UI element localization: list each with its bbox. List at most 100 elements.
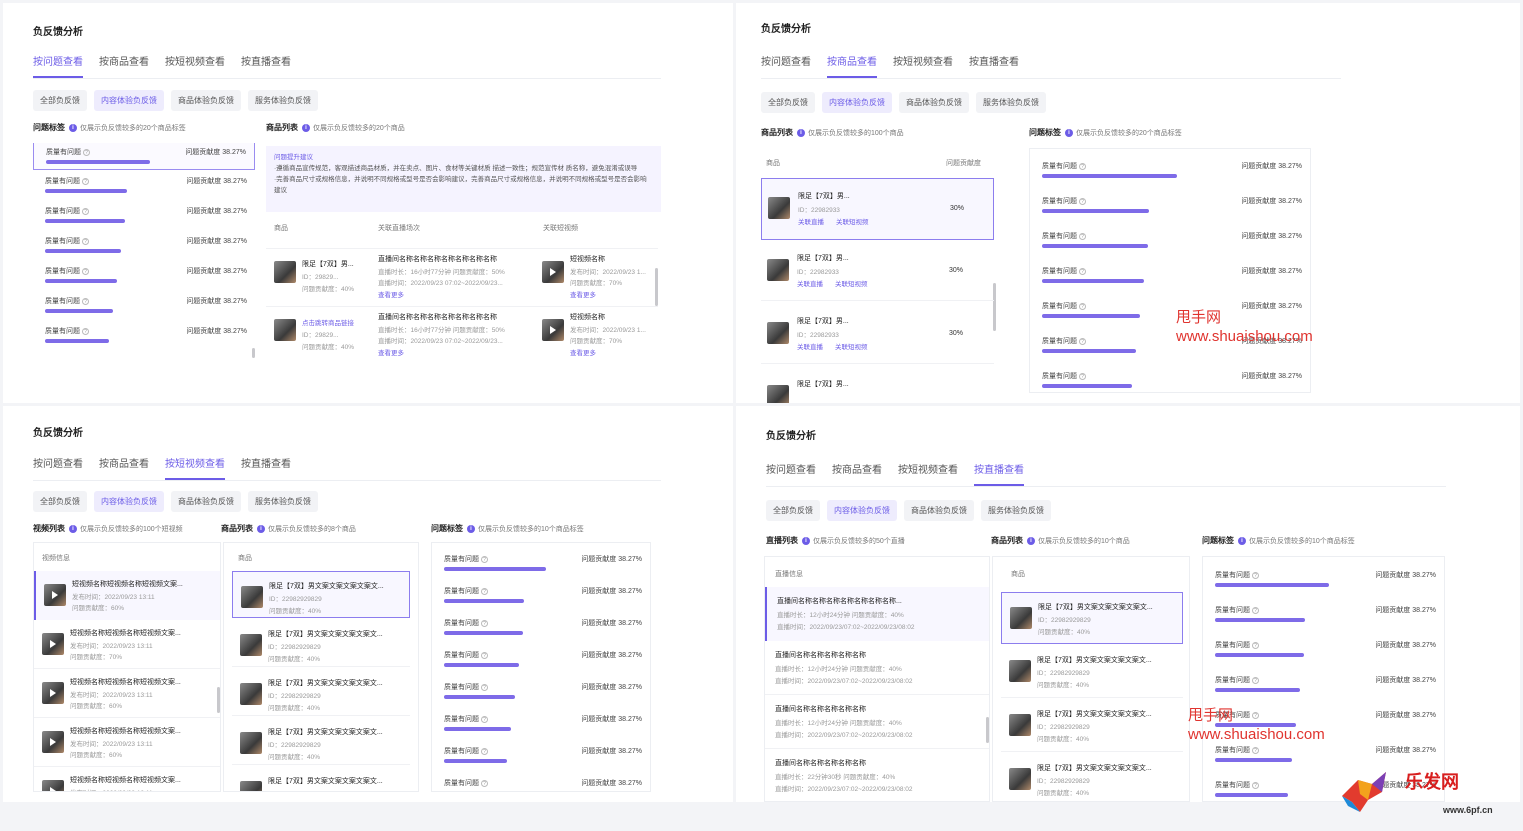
issue-bar — [1042, 209, 1150, 213]
related-live-link[interactable]: 关联直播 — [798, 216, 824, 226]
table-row[interactable]: 限足【7双】男... ID：22982933 关联直播 关联短视频 30% — [761, 304, 994, 364]
issue-tag-row[interactable]: 质量有问题? 问题贡献度 38.27% — [33, 143, 255, 170]
tab-by-issue[interactable]: 按问题查看 — [33, 53, 83, 78]
issue-tag-row[interactable]: 质量有问题? 问题贡献度 38.27% — [33, 200, 255, 230]
issue-tag-row[interactable]: 质量有问题? 问题贡献度 38.27% — [1203, 739, 1444, 769]
tab-by-video[interactable]: 按短视频查看 — [165, 455, 225, 480]
related-live-link[interactable]: 关联直播 — [797, 341, 823, 351]
table-row[interactable]: 点击跳转商品链接 ID：29829... 问题贡献度：40% 直播间名称名称名称名称名… — [266, 306, 658, 362]
view-more-link[interactable]: 查看更多 — [570, 347, 596, 357]
related-video-link[interactable]: 关联短视频 — [835, 341, 868, 351]
table-row[interactable]: 限足【7双】男... ID：29829... 问题贡献度：40% 直播间名称名称名称名… — [266, 248, 658, 304]
tab-by-live[interactable]: 按直播查看 — [241, 455, 291, 480]
related-live-link[interactable]: 关联直播 — [797, 278, 823, 288]
chip-service[interactable]: 服务体验负反馈 — [981, 500, 1051, 521]
tab-by-live[interactable]: 按直播查看 — [974, 461, 1024, 486]
list-item[interactable]: 短视频名称短视频名称短视频文案...发布时间：2022/09/23 13:11问… — [34, 767, 220, 791]
issue-tag-row[interactable]: 质量有问题? 问题贡献度 38.27% — [432, 708, 650, 738]
issue-tag-row[interactable]: 质量有问题? 问题贡献度 38.27% — [33, 230, 255, 260]
issue-tag-row[interactable]: 质量有问题? 问题贡献度 38.27% — [1203, 669, 1444, 699]
list-item[interactable]: 直播间名称名称名称名称名称名称名称... 直播时长：12小时24分钟 问题贡献度：… — [765, 587, 989, 641]
table-row[interactable]: 限足【7双】男... ID：22982933 关联直播 关联短视频 30% — [761, 241, 994, 301]
issue-tag-row[interactable]: 质量有问题? 问题贡献度 38.27% — [432, 772, 650, 791]
list-item[interactable]: 直播间名称名称名称名称名称 直播时长：22分钟30秒 问题贡献度：40% 直播时间：… — [765, 749, 989, 801]
product-row[interactable]: 限足【7双】男文案文案文案文案文...ID：22982929829问题贡献度：4… — [232, 767, 410, 791]
tab-by-live[interactable]: 按直播查看 — [241, 53, 291, 78]
product-link[interactable]: 点击跳转商品链接 — [302, 317, 354, 327]
issue-tag-row[interactable]: 质量有问题? 问题贡献度 38.27% — [1030, 365, 1310, 392]
product-row[interactable]: 限足【7双】男文案文案文案文案文...ID：22982929829问题贡献度：4… — [1001, 754, 1183, 801]
list-item[interactable]: 短视频名称短视频名称短视频文案...发布时间：2022/09/23 13:11问… — [34, 620, 220, 669]
issue-tag-row[interactable]: 质量有问题? 问题贡献度 38.27% — [432, 548, 650, 578]
tab-by-video[interactable]: 按短视频查看 — [893, 53, 953, 78]
panel-by-video: 负反馈分析 按问题查看 按商品查看 按短视频查看 按直播查看 全部负反馈 内容体… — [3, 406, 733, 802]
col-live-info: 直播信息 — [775, 571, 803, 578]
chip-content[interactable]: 内容体验负反馈 — [94, 90, 164, 111]
chip-service[interactable]: 服务体验负反馈 — [976, 92, 1046, 113]
tab-by-product[interactable]: 按商品查看 — [827, 53, 877, 78]
scrollbar[interactable] — [252, 348, 255, 358]
view-more-link[interactable]: 查看更多 — [378, 289, 404, 299]
view-more-link[interactable]: 查看更多 — [378, 347, 404, 357]
issue-tag-row[interactable]: 质量有问题? 问题贡献度 38.27% — [1030, 155, 1310, 185]
chip-content[interactable]: 内容体验负反馈 — [827, 500, 897, 521]
chip-service[interactable]: 服务体验负反馈 — [248, 491, 318, 512]
product-row[interactable]: 限足【7双】男文案文案文案文案文...ID：22982929829问题贡献度：4… — [232, 571, 410, 618]
contrib-value: 30% — [949, 330, 964, 337]
chip-all[interactable]: 全部负反馈 — [766, 500, 820, 521]
related-video-link[interactable]: 关联短视频 — [835, 278, 868, 288]
table-row[interactable]: 限足【7双】男... — [761, 367, 994, 403]
issue-tag-row[interactable]: 质量有问题? 问题贡献度 38.27% — [33, 170, 255, 200]
issue-tag-row[interactable]: 质量有问题? 问题贡献度 38.27% — [33, 320, 255, 350]
list-item[interactable]: 短视频名称短视频名称短视频文案...发布时间：2022/09/23 13:11问… — [34, 718, 220, 767]
product-row[interactable]: 限足【7双】男文案文案文案文案文...ID：22982929829问题贡献度：4… — [1001, 700, 1183, 752]
product-row[interactable]: 限足【7双】男文案文案文案文案文...ID：22982929829问题贡献度：4… — [1001, 646, 1183, 698]
list-item[interactable]: 短视频名称短视频名称短视频文案...发布时间：2022/09/23 13:11问… — [34, 669, 220, 718]
issue-tag-row[interactable]: 质量有问题? 问题贡献度 38.27% — [432, 644, 650, 674]
issue-tag-row[interactable]: 质量有问题? 问题贡献度 38.27% — [1030, 295, 1310, 325]
chip-goods[interactable]: 商品体验负反馈 — [904, 500, 974, 521]
issue-tag-row[interactable]: 质量有问题? 问题贡献度 38.27% — [1203, 564, 1444, 594]
issue-tag-row[interactable]: 质量有问题? 问题贡献度 38.27% — [1203, 634, 1444, 664]
related-video-link[interactable]: 关联短视频 — [836, 216, 869, 226]
issue-tag-row[interactable]: 质量有问题? 问题贡献度 38.27% — [1203, 599, 1444, 629]
chip-all[interactable]: 全部负反馈 — [761, 92, 815, 113]
list-item[interactable]: 直播间名称名称名称名称名称 直播时长：12小时24分钟 问题贡献度：40% 直播时间… — [765, 695, 989, 749]
list-item[interactable]: 短视频名称短视频名称短视频文案...发布时间：2022/09/23 13:11问… — [34, 571, 220, 620]
tab-by-video[interactable]: 按短视频查看 — [165, 53, 225, 78]
chip-all[interactable]: 全部负反馈 — [33, 90, 87, 111]
chip-goods[interactable]: 商品体验负反馈 — [171, 491, 241, 512]
help-icon: ? — [82, 328, 89, 335]
issue-tag-row[interactable]: 质量有问题? 问题贡献度 38.27% — [432, 612, 650, 642]
list-item[interactable]: 直播间名称名称名称名称名称 直播时长：12小时24分钟 问题贡献度：40% 直播时间… — [765, 641, 989, 695]
issue-tag-row[interactable]: 质量有问题? 问题贡献度 38.27% — [1030, 225, 1310, 255]
tab-by-live[interactable]: 按直播查看 — [969, 53, 1019, 78]
tab-by-product[interactable]: 按商品查看 — [99, 455, 149, 480]
product-row[interactable]: 限足【7双】男文案文案文案文案文...ID：22982929829问题贡献度：4… — [232, 718, 410, 765]
tab-by-product[interactable]: 按商品查看 — [99, 53, 149, 78]
chip-all[interactable]: 全部负反馈 — [33, 491, 87, 512]
product-row[interactable]: 限足【7双】男文案文案文案文案文...ID：22982929829问题贡献度：4… — [232, 620, 410, 667]
table-row[interactable]: 限足【7双】男... ID：22982933 关联直播 关联短视频 30% — [761, 178, 994, 240]
chip-service[interactable]: 服务体验负反馈 — [248, 90, 318, 111]
view-more-link[interactable]: 查看更多 — [570, 289, 596, 299]
product-row[interactable]: 限足【7双】男文案文案文案文案文...ID：22982929829问题贡献度：4… — [232, 669, 410, 716]
tab-by-issue[interactable]: 按问题查看 — [33, 455, 83, 480]
issue-tag-row[interactable]: 质量有问题? 问题贡献度 38.27% — [1030, 190, 1310, 220]
tab-by-product[interactable]: 按商品查看 — [832, 461, 882, 486]
tab-by-video[interactable]: 按短视频查看 — [898, 461, 958, 486]
tab-by-issue[interactable]: 按问题查看 — [766, 461, 816, 486]
chip-content[interactable]: 内容体验负反馈 — [94, 491, 164, 512]
issue-bar — [1215, 793, 1288, 797]
product-row[interactable]: 限足【7双】男文案文案文案文案文...ID：22982929829问题贡献度：4… — [1001, 592, 1183, 644]
tab-by-issue[interactable]: 按问题查看 — [761, 53, 811, 78]
chip-goods[interactable]: 商品体验负反馈 — [899, 92, 969, 113]
chip-content[interactable]: 内容体验负反馈 — [822, 92, 892, 113]
issue-tag-row[interactable]: 质量有问题? 问题贡献度 38.27% — [33, 260, 255, 290]
issue-tag-row[interactable]: 质量有问题? 问题贡献度 38.27% — [1030, 260, 1310, 290]
issue-tag-row[interactable]: 质量有问题? 问题贡献度 38.27% — [33, 290, 255, 320]
chip-goods[interactable]: 商品体验负反馈 — [171, 90, 241, 111]
issue-tag-row[interactable]: 质量有问题? 问题贡献度 38.27% — [432, 676, 650, 706]
issue-tag-row[interactable]: 质量有问题? 问题贡献度 38.27% — [432, 580, 650, 610]
issue-tag-row[interactable]: 质量有问题? 问题贡献度 38.27% — [432, 740, 650, 770]
